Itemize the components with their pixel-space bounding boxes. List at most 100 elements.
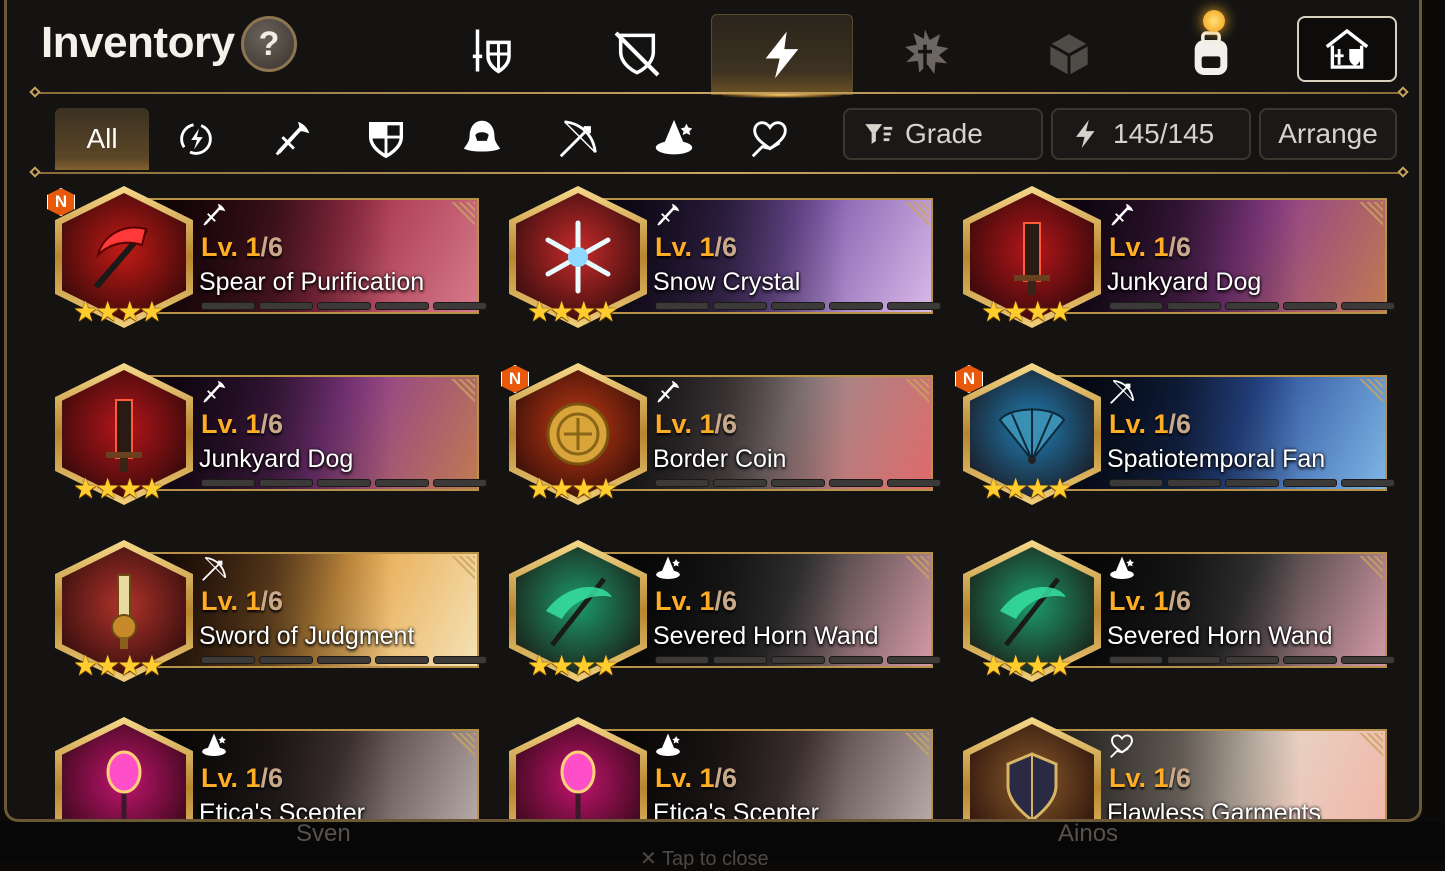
wand-icon bbox=[546, 577, 612, 647]
burst-gear-icon bbox=[905, 29, 949, 74]
level-max: /6 bbox=[714, 586, 738, 616]
star-icon: ★ bbox=[1047, 473, 1073, 504]
filter-tab-heart-hand[interactable] bbox=[723, 108, 817, 170]
enhance-progress bbox=[201, 656, 487, 664]
category-tab-1[interactable] bbox=[425, 14, 565, 94]
item-card[interactable]: Lv. 1/6 Spatiotemporal Fan ★ ★ ★ ★ N bbox=[955, 357, 1395, 517]
level-max: /6 bbox=[260, 232, 284, 262]
level-current: Lv. 1 bbox=[201, 232, 261, 262]
fan-icon bbox=[998, 408, 1066, 464]
filter-tab-bow[interactable] bbox=[531, 108, 625, 170]
item-name: Spear of Purification bbox=[199, 268, 425, 296]
item-card[interactable]: Lv. 1/6Flawless Garments★★★★ bbox=[963, 711, 1393, 819]
heart-hand-icon bbox=[1110, 734, 1133, 758]
item-card[interactable]: Lv. 1/6 Snow Crystal ★ ★ ★ ★ bbox=[509, 180, 941, 340]
item-level: Lv. 1/6 bbox=[201, 763, 283, 794]
hooded-figure-icon bbox=[463, 120, 501, 152]
category-tab-3[interactable] bbox=[711, 14, 853, 98]
energy-counter: 145/145 bbox=[1051, 108, 1251, 160]
crossed-shield-icon bbox=[614, 31, 660, 77]
level-current: Lv. 1 bbox=[655, 409, 715, 439]
item-portrait bbox=[62, 724, 186, 819]
tap-to-close[interactable]: ✕ Tap to close bbox=[640, 846, 769, 871]
item-level: Lv. 1/6 bbox=[1109, 763, 1191, 794]
star-rating: ★ ★ ★ ★ bbox=[527, 650, 619, 681]
sort-grade-button[interactable]: Grade bbox=[843, 108, 1043, 160]
filter-tab-winged-sword[interactable] bbox=[245, 108, 339, 170]
backpack-icon bbox=[1194, 31, 1228, 75]
item-card[interactable]: Lv. 1/6Etica's Scepter★★★★ bbox=[509, 711, 939, 819]
category-tab-2[interactable] bbox=[567, 14, 707, 94]
item-level: Lv. 1/6 bbox=[655, 232, 737, 263]
item-level: Lv. 1/6 bbox=[655, 586, 737, 617]
enhance-progress bbox=[201, 302, 487, 310]
help-button[interactable]: ? bbox=[241, 16, 297, 72]
filter-divider bbox=[37, 172, 1401, 174]
item-card[interactable]: Lv. 1/6 Sword of Judgment ★ ★ ★ ★ bbox=[55, 534, 487, 694]
arrange-button[interactable]: Arrange bbox=[1259, 108, 1397, 160]
greatsword-icon bbox=[1014, 222, 1050, 295]
home-shield-icon bbox=[1325, 28, 1369, 69]
bow-icon bbox=[202, 556, 227, 581]
item-card[interactable]: Lv. 1/6 Spear of Purification ★ ★ ★ ★ N bbox=[47, 180, 487, 340]
level-max: /6 bbox=[1168, 232, 1192, 262]
sort-filter-icon bbox=[865, 124, 893, 144]
star-icon: ★ bbox=[593, 650, 619, 681]
wizard-hat-icon bbox=[656, 733, 680, 756]
bow-icon bbox=[1110, 379, 1135, 404]
star-rating: ★ ★ ★ ★ bbox=[981, 298, 1072, 326]
item-level: Lv. 1/6 bbox=[655, 763, 737, 794]
level-current: Lv. 1 bbox=[1109, 586, 1169, 616]
category-tab-5[interactable] bbox=[999, 14, 1139, 94]
star-icon: ★ bbox=[593, 296, 619, 327]
item-card[interactable]: Lv. 1/6 Severed Horn Wand ★ ★ ★ ★ bbox=[509, 534, 941, 694]
item-level: Lv. 1/6 bbox=[655, 409, 737, 440]
level-current: Lv. 1 bbox=[655, 232, 715, 262]
item-card[interactable]: Lv. 1/6Etica's Scepter★★★★ bbox=[55, 711, 485, 819]
filter-tab-wizard-hat[interactable] bbox=[627, 108, 721, 170]
item-card[interactable]: Lv. 1/6 Border Coin ★ ★ ★ ★ N bbox=[501, 357, 941, 517]
winged-sword-icon bbox=[657, 380, 680, 403]
item-name: Snow Crystal bbox=[653, 268, 801, 296]
winged-sword-icon bbox=[657, 203, 680, 226]
greatsword-icon bbox=[106, 399, 142, 472]
item-card[interactable]: Lv. 1/6 Severed Horn Wand ★ ★ ★ ★ bbox=[963, 534, 1395, 694]
item-card[interactable]: Lv. 1/6 Junkyard Dog ★ ★ ★ ★ bbox=[963, 180, 1395, 340]
winged-sword-icon bbox=[203, 203, 226, 226]
star-rating: ★ ★ ★ ★ bbox=[981, 473, 1073, 504]
filter-tab-hooded-figure[interactable] bbox=[435, 108, 529, 170]
item-card[interactable]: Lv. 1/6 Junkyard Dog ★ ★ ★ ★ bbox=[55, 357, 487, 517]
item-level: Lv. 1/6 bbox=[1109, 586, 1191, 617]
new-badge: N bbox=[47, 188, 75, 216]
bow-icon bbox=[559, 120, 597, 158]
filter-tab-all[interactable]: All bbox=[55, 108, 149, 170]
level-current: Lv. 1 bbox=[655, 763, 715, 793]
home-button[interactable] bbox=[1297, 16, 1397, 82]
holy-sword-icon bbox=[111, 574, 137, 649]
arrange-label: Arrange bbox=[1278, 118, 1378, 149]
heart-hand-icon bbox=[751, 121, 787, 158]
item-name: Junkyard Dog bbox=[199, 445, 354, 473]
level-max: /6 bbox=[714, 232, 738, 262]
wand-icon bbox=[1000, 577, 1066, 647]
scythe-icon bbox=[93, 226, 149, 289]
category-tab-6[interactable] bbox=[1141, 10, 1281, 94]
item-name: Severed Horn Wand bbox=[1107, 622, 1333, 650]
snowflake-icon bbox=[545, 220, 611, 294]
item-level: Lv. 1/6 bbox=[201, 232, 283, 263]
wizard-hat-icon bbox=[202, 733, 226, 756]
lightning-icon bbox=[1076, 119, 1095, 149]
coin-icon bbox=[546, 402, 610, 466]
star-icon: ★ bbox=[593, 473, 619, 504]
level-current: Lv. 1 bbox=[201, 409, 261, 439]
armor-icon bbox=[1006, 752, 1058, 819]
category-tab-4[interactable] bbox=[855, 14, 995, 94]
enhance-progress bbox=[201, 479, 487, 487]
sort-label: Grade bbox=[905, 118, 983, 149]
filter-tab-shield[interactable] bbox=[339, 108, 433, 170]
level-current: Lv. 1 bbox=[201, 763, 261, 793]
level-max: /6 bbox=[1168, 409, 1192, 439]
filter-tab-orbit-energy[interactable] bbox=[149, 108, 243, 170]
new-badge: N bbox=[501, 365, 529, 393]
level-current: Lv. 1 bbox=[655, 586, 715, 616]
